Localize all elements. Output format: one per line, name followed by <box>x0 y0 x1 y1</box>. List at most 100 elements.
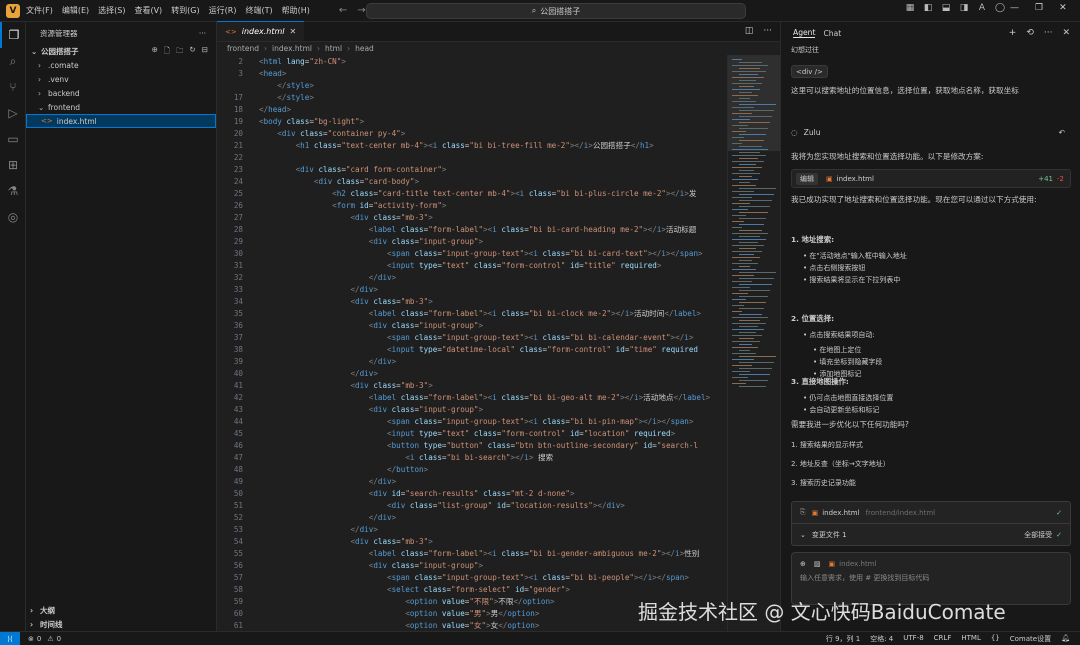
new-chat-icon[interactable]: + <box>1009 28 1017 38</box>
back-arrow-icon[interactable]: ← <box>339 5 347 16</box>
indentation[interactable]: 空格: 4 <box>870 634 893 644</box>
context-chip[interactable]: <div /> <box>791 65 828 78</box>
code-line[interactable]: 41 <div class="mb-3"> <box>217 380 727 392</box>
code-line[interactable]: 42 <label class="form-label"><i class="b… <box>217 392 727 404</box>
menu-item-1[interactable]: 编辑(E) <box>62 6 89 15</box>
code-line[interactable]: 38 <input type="datetime-local" class="f… <box>217 344 727 356</box>
code-line[interactable]: 28 <label class="form-label"><i class="b… <box>217 224 727 236</box>
command-center-search[interactable]: ⌕ 公园搭搭子 <box>366 3 746 19</box>
menu-item-5[interactable]: 运行(R) <box>209 6 237 15</box>
add-context-icon[interactable]: ⊕ <box>800 560 806 568</box>
code-line[interactable]: 45 <input type="text" class="form-contro… <box>217 428 727 440</box>
code-line[interactable]: 31 <input type="text" class="form-contro… <box>217 260 727 272</box>
outline-section[interactable]: › 大纲 <box>26 603 217 617</box>
comate-icon[interactable]: ◎ <box>0 204 26 230</box>
code-line[interactable]: </style> <box>217 80 727 92</box>
code-line[interactable]: 2 <html lang="zh-CN"> <box>217 56 727 68</box>
code-line[interactable]: 47 <i class="bi bi-search"></i> 搜索 <box>217 452 727 464</box>
code-line[interactable]: 29 <div class="input-group"> <box>217 236 727 248</box>
close-tab-icon[interactable]: ✕ <box>290 27 297 36</box>
problems-indicator[interactable]: ⊗ 0 ⚠ 0 <box>28 635 61 643</box>
tab-chat[interactable]: Chat <box>823 29 841 38</box>
tree-item-3[interactable]: ⌄ frontend <box>26 100 216 114</box>
code-line[interactable]: 22 <box>217 152 727 164</box>
encoding[interactable]: UTF-8 <box>903 634 923 644</box>
locate-icon[interactable]: ⊕ <box>152 45 158 58</box>
code-line[interactable]: 37 <span class="input-group-text"><i cla… <box>217 332 727 344</box>
notifications-icon[interactable]: 🔔︎ <box>1061 634 1070 644</box>
source-control-icon[interactable]: ⑂ <box>0 74 26 100</box>
code-line[interactable]: 33 </div> <box>217 284 727 296</box>
code-line[interactable]: 57 <span class="input-group-text"><i cla… <box>217 572 727 584</box>
minimize-icon[interactable]: — <box>1010 3 1019 13</box>
changed-file-row[interactable]: ⎘ ▣ index.html frontend/index.html ✓ <box>792 502 1070 524</box>
code-editor[interactable]: 2 <html lang="zh-CN"> 3 <head> </style> 17 <… <box>217 55 727 631</box>
line-ending[interactable]: CRLF <box>934 634 952 644</box>
new-file-icon[interactable]: 🗋 <box>164 45 170 58</box>
code-line[interactable]: 19 <body class="bg-light"> <box>217 116 727 128</box>
code-line[interactable]: 23 <div class="card form-container"> <box>217 164 727 176</box>
account-icon[interactable]: ◯ <box>994 3 1006 13</box>
breadcrumb-item[interactable]: html <box>325 44 342 53</box>
chat-input-placeholder[interactable]: 输入任意需求，使用 # 更换找到目标代码 <box>792 568 1070 588</box>
menu-item-0[interactable]: 文件(F) <box>26 6 53 15</box>
code-line[interactable]: 53 </div> <box>217 524 727 536</box>
code-line[interactable]: 24 <div class="card-body"> <box>217 176 727 188</box>
code-line[interactable]: 36 <div class="input-group"> <box>217 320 727 332</box>
code-line[interactable]: 39 </div> <box>217 356 727 368</box>
testing-icon[interactable]: ⚗ <box>0 178 26 204</box>
code-line[interactable]: 35 <label class="form-label"><i class="b… <box>217 308 727 320</box>
timeline-section[interactable]: › 时间线 <box>26 617 217 631</box>
search-view-icon[interactable]: ⌕ <box>0 48 26 74</box>
menu-item-7[interactable]: 帮助(H) <box>282 6 310 15</box>
code-line[interactable]: 17 </style> <box>217 92 727 104</box>
accept-all-button[interactable]: 全部接受 <box>1024 530 1052 540</box>
code-line[interactable]: 58 <select class="form-select" id="gende… <box>217 584 727 596</box>
minimap[interactable] <box>727 55 781 631</box>
menu-item-4[interactable]: 转到(G) <box>171 6 199 15</box>
breadcrumb-item[interactable]: head <box>355 44 374 53</box>
input-file-chip[interactable]: index.html <box>839 560 876 568</box>
code-line[interactable]: 34 <div class="mb-3"> <box>217 296 727 308</box>
image-icon[interactable]: ▨ <box>814 560 821 568</box>
code-line[interactable]: 25 <h2 class="card-title text-center mb-… <box>217 188 727 200</box>
code-line[interactable]: 26 <form id="activity-form"> <box>217 200 727 212</box>
code-line[interactable]: 30 <span class="input-group-text"><i cla… <box>217 248 727 260</box>
split-editor-icon[interactable]: ◫ <box>745 26 754 36</box>
code-line[interactable]: 27 <div class="mb-3"> <box>217 212 727 224</box>
close-window-icon[interactable]: ✕ <box>1059 3 1067 13</box>
toggle-panel-icon[interactable]: ⬓ <box>940 3 952 13</box>
code-line[interactable]: 54 <div class="mb-3"> <box>217 536 727 548</box>
code-line[interactable]: 56 <div class="input-group"> <box>217 560 727 572</box>
remote-explorer-icon[interactable]: ▭ <box>0 126 26 152</box>
code-line[interactable]: 48 </button> <box>217 464 727 476</box>
menu-item-3[interactable]: 查看(V) <box>134 6 162 15</box>
code-line[interactable]: 20 <div class="container py-4"> <box>217 128 727 140</box>
run-debug-icon[interactable]: ▷ <box>0 100 26 126</box>
tab-agent[interactable]: Agent <box>793 28 816 38</box>
explorer-icon[interactable]: ❐ <box>0 22 26 48</box>
code-line[interactable]: 51 <div class="list-group" id="location-… <box>217 500 727 512</box>
cursor-position[interactable]: 行 9，列 1 <box>826 634 860 644</box>
project-root[interactable]: ⌄ 公园搭搭子 ⊕ 🗋 🗀 ↻ ⊟ <box>26 44 216 58</box>
restore-icon[interactable]: ❐ <box>1035 3 1043 13</box>
braces-icon[interactable]: {} <box>991 634 1000 644</box>
menu-item-2[interactable]: 选择(S) <box>98 6 125 15</box>
close-panel-icon[interactable]: ✕ <box>1062 28 1070 38</box>
tree-item-0[interactable]: › .comate <box>26 58 216 72</box>
chevron-down-icon[interactable]: ⌄ <box>800 531 806 539</box>
code-line[interactable]: 18 </head> <box>217 104 727 116</box>
tree-item-4[interactable]: <> index.html <box>26 114 216 128</box>
code-line[interactable]: 3 <head> <box>217 68 727 80</box>
menu-item-6[interactable]: 终端(T) <box>245 6 272 15</box>
translate-icon[interactable]: A <box>976 3 988 13</box>
code-line[interactable]: 44 <span class="input-group-text"><i cla… <box>217 416 727 428</box>
tab-index-html[interactable]: <> index.html ✕ <box>217 21 305 41</box>
code-line[interactable]: 40 </div> <box>217 368 727 380</box>
undo-icon[interactable]: ↶ <box>1059 127 1065 139</box>
code-line[interactable]: 55 <label class="form-label"><i class="b… <box>217 548 727 560</box>
chat-more-icon[interactable]: ··· <box>1044 28 1053 38</box>
remote-icon[interactable]: ⟩⟨ <box>0 631 20 645</box>
refresh-icon[interactable]: ↻ <box>189 45 195 58</box>
code-line[interactable]: 32 </div> <box>217 272 727 284</box>
